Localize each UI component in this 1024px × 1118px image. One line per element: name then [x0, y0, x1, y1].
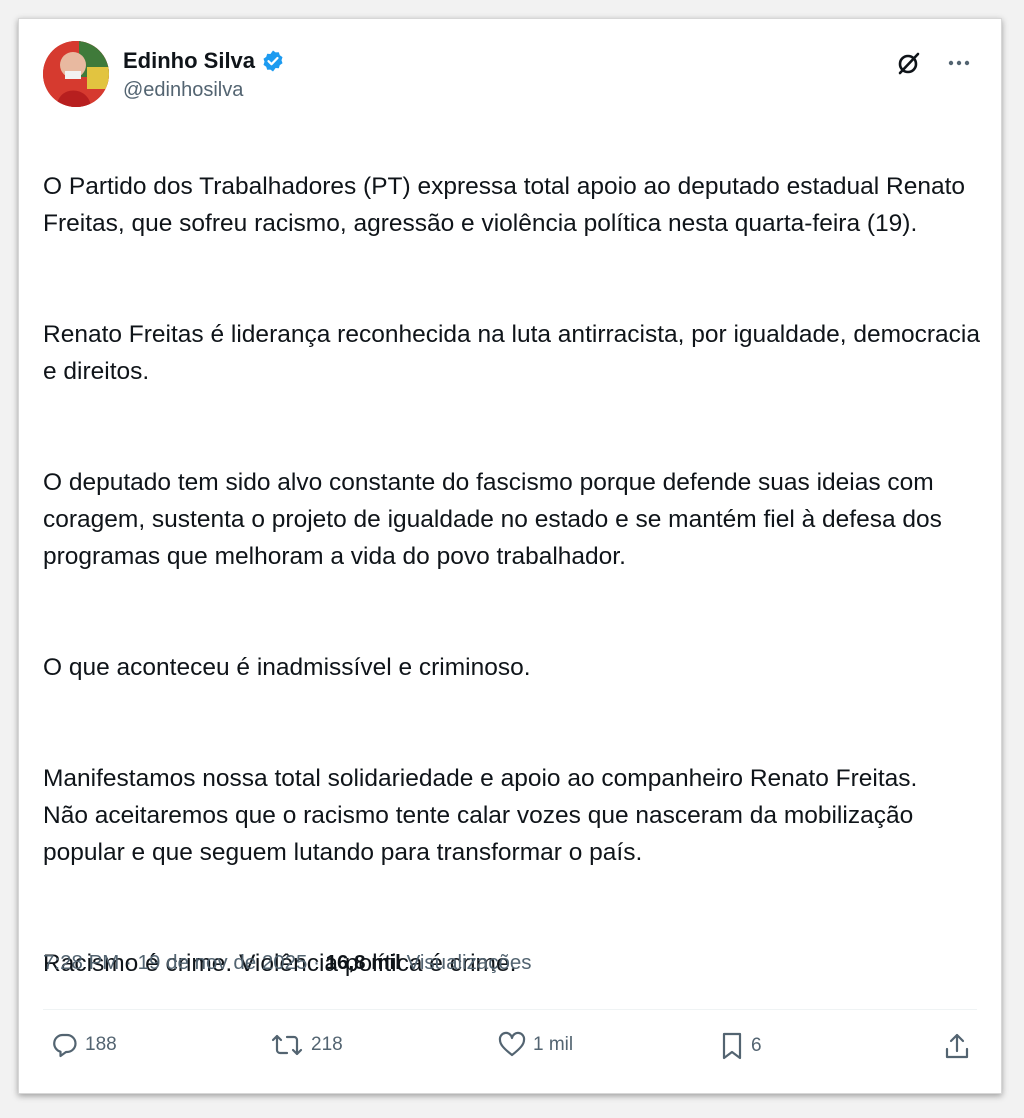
author-names: Edinho Silva @edinhosilva [123, 47, 285, 102]
name-row: Edinho Silva [123, 47, 285, 75]
reply-count: 188 [85, 1034, 117, 1055]
grok-icon[interactable] [895, 49, 923, 77]
tweet-date[interactable]: 19 de nov de 2025 [138, 951, 308, 974]
share-icon [943, 1031, 971, 1061]
heart-icon [497, 1031, 527, 1059]
bookmark-count: 6 [751, 1035, 762, 1056]
meta-separator: · [119, 951, 138, 974]
verified-badge-icon [261, 49, 285, 73]
tweet-paragraph: O Partido dos Trabalhadores (PT) express… [43, 173, 966, 237]
header-actions [895, 49, 973, 77]
share-button[interactable] [943, 1031, 971, 1061]
meta-separator: · [307, 951, 326, 974]
repost-count: 218 [311, 1034, 343, 1055]
divider [43, 1009, 977, 1010]
tweet-paragraph: Manifestamos nossa total solidariedade e… [43, 765, 918, 866]
views-count: 16,8 mil [325, 951, 401, 974]
like-count: 1 mil [533, 1034, 574, 1055]
tweet-paragraph: O que aconteceu é inadmissível e crimino… [43, 654, 531, 681]
action-bar: 188 218 1 mil 6 [43, 1031, 977, 1067]
tweet-card: Edinho Silva @edinhosilva O Partido dos … [18, 18, 1002, 1094]
tweet-time[interactable]: 7:28 PM [43, 951, 119, 974]
tweet-meta: 7:28 PM · 19 de nov de 2025 · 16,8 mil V… [43, 951, 532, 975]
avatar-photo [43, 41, 109, 107]
tweet-header: Edinho Silva @edinhosilva [43, 41, 977, 111]
bookmark-icon [719, 1031, 745, 1061]
views-label: Visualizações [406, 951, 532, 974]
repost-icon [269, 1031, 305, 1059]
display-name[interactable]: Edinho Silva [123, 48, 255, 74]
reply-button[interactable]: 188 [51, 1031, 117, 1059]
bookmark-button[interactable]: 6 [719, 1031, 762, 1061]
like-button[interactable]: 1 mil [497, 1031, 573, 1059]
tweet-paragraph: Renato Freitas é liderança reconhecida n… [43, 321, 980, 385]
tweet-text: O Partido dos Trabalhadores (PT) express… [43, 131, 983, 1019]
avatar[interactable] [43, 41, 109, 107]
more-options-icon[interactable] [945, 49, 973, 77]
repost-button[interactable]: 218 [269, 1031, 343, 1059]
reply-icon [51, 1031, 79, 1059]
tweet-paragraph: O deputado tem sido alvo constante do fa… [43, 469, 942, 570]
author-handle[interactable]: @edinhosilva [123, 79, 285, 102]
